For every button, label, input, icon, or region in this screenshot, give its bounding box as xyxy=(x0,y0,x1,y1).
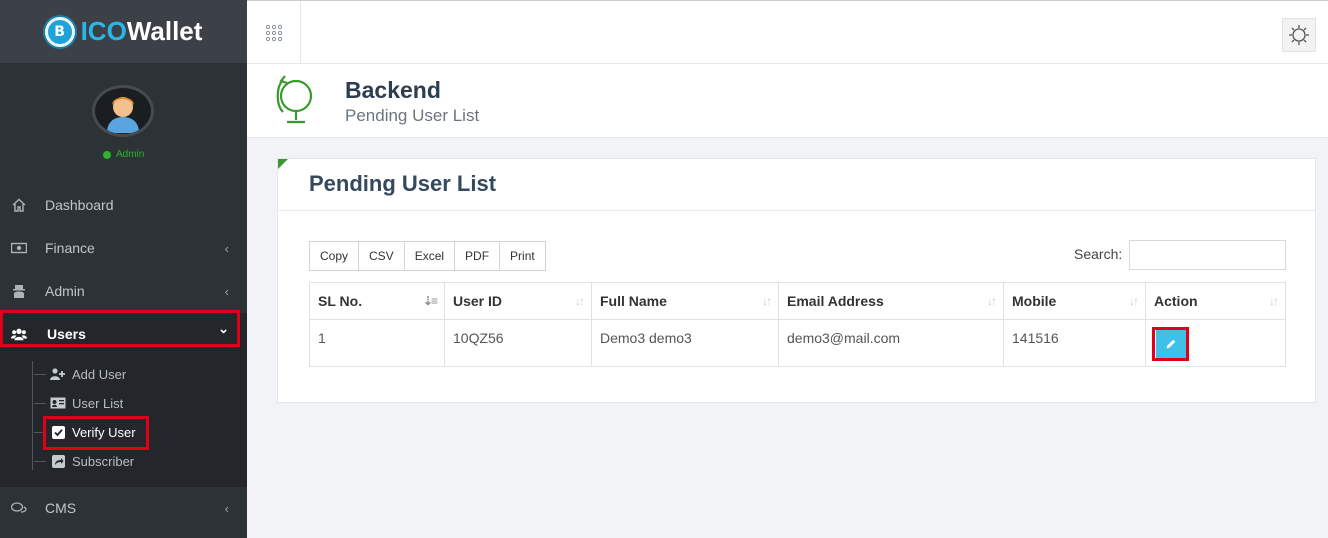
print-button[interactable]: Print xyxy=(500,241,546,271)
submenu-dash xyxy=(34,373,46,375)
cell-action xyxy=(1145,319,1286,367)
money-icon xyxy=(11,240,27,256)
sort-icon: ↓↑ xyxy=(575,294,585,308)
comments-icon xyxy=(11,500,27,516)
column-header-label: User ID xyxy=(453,293,503,309)
submenu-dash xyxy=(34,402,46,404)
user-plus-icon xyxy=(50,367,66,381)
sort-icon: ↓↑ xyxy=(1129,294,1139,308)
search-input[interactable] xyxy=(1129,240,1286,270)
excel-button[interactable]: Excel xyxy=(404,241,456,271)
pending-users-table: SL No. ⇣≡ User ID ↓↑ Full Name ↓↑ Email Add… xyxy=(309,282,1286,367)
brand-name: ICOWallet xyxy=(81,16,203,47)
check-square-icon xyxy=(50,425,66,439)
sort-ascending-icon: ⇣≡ xyxy=(422,294,438,308)
submenu-item-label: Subscriber xyxy=(72,453,135,469)
user-secret-icon xyxy=(11,283,27,299)
users-icon xyxy=(11,326,27,342)
sidebar-item-label: CMS xyxy=(45,500,77,516)
copy-button[interactable]: Copy xyxy=(309,241,360,271)
brand-name-ico: ICO xyxy=(80,16,127,46)
sidebar-item-label: Finance xyxy=(45,240,95,256)
pencil-icon xyxy=(1166,339,1176,349)
page-subtitle: Pending User List xyxy=(345,106,480,125)
home-icon xyxy=(11,197,27,213)
cell-sl-no: 1 xyxy=(309,319,445,367)
avatar[interactable] xyxy=(92,85,154,137)
table-row: 1 10QZ56 Demo3 demo3 demo3@mail.com 1415… xyxy=(309,319,1286,367)
chevron-left-icon: ‹ xyxy=(224,240,229,256)
top-bar xyxy=(247,0,1328,64)
submenu-item-add-user[interactable]: Add User xyxy=(34,362,126,386)
chevron-left-icon: ‹ xyxy=(224,283,229,299)
apps-grid-button[interactable] xyxy=(247,1,301,64)
brand-name-wallet: Wallet xyxy=(126,16,203,46)
submenu-tree-line xyxy=(32,361,33,470)
sidebar-item-admin[interactable]: Admin ‹ xyxy=(0,270,247,312)
settings-button[interactable] xyxy=(1282,18,1316,52)
panel-divider xyxy=(278,210,1315,211)
online-dot-icon xyxy=(103,150,111,159)
chevron-left-icon: ‹ xyxy=(224,500,229,516)
user-profile: Admin xyxy=(0,63,247,176)
page-title: Backend xyxy=(345,77,441,103)
sidebar-item-cms[interactable]: CMS ‹ xyxy=(0,487,247,529)
sidebar-item-label: Dashboard xyxy=(45,197,114,213)
panel-corner-accent xyxy=(278,159,288,169)
edit-button[interactable] xyxy=(1156,330,1186,358)
column-header-label: SL No. xyxy=(318,293,363,309)
column-header-label: Full Name xyxy=(600,293,667,309)
column-header-action[interactable]: Action ↓↑ xyxy=(1145,282,1286,320)
export-buttons: Copy CSV Excel PDF Print xyxy=(309,241,546,271)
id-card-icon xyxy=(50,396,66,410)
online-status-label: Admin xyxy=(116,149,145,160)
submenu-item-label: Add User xyxy=(72,366,127,382)
users-submenu: Add User User List Verify User Subscribe… xyxy=(0,355,247,487)
panel-title: Pending User List xyxy=(309,171,497,196)
submenu-item-verify-user[interactable]: Verify User xyxy=(34,420,136,444)
cell-mobile: 141516 xyxy=(1003,319,1146,367)
submenu-dash xyxy=(34,431,46,433)
column-header-full-name[interactable]: Full Name ↓↑ xyxy=(591,282,779,320)
pdf-button[interactable]: PDF xyxy=(455,241,501,271)
column-header-mobile[interactable]: Mobile ↓↑ xyxy=(1003,282,1146,320)
sort-icon: ↓↑ xyxy=(987,294,997,308)
sidebar-item-users[interactable]: Users ⌄ xyxy=(0,313,247,355)
column-header-email[interactable]: Email Address ↓↑ xyxy=(778,282,1004,320)
submenu-item-user-list[interactable]: User List xyxy=(34,391,123,415)
globe-icon xyxy=(276,75,313,124)
share-square-icon xyxy=(50,454,66,468)
apps-grid-icon xyxy=(265,24,282,41)
cell-user-id: 10QZ56 xyxy=(444,319,592,367)
submenu-item-subscriber[interactable]: Subscriber xyxy=(34,449,134,473)
sidebar-item-finance[interactable]: Finance ‹ xyxy=(0,227,247,269)
brand-logo[interactable]: B ICOWallet xyxy=(0,0,247,63)
bitcoin-coin-icon: B xyxy=(44,16,75,47)
table-header-row: SL No. ⇣≡ User ID ↓↑ Full Name ↓↑ Email Add… xyxy=(309,282,1286,320)
sort-icon: ↓↑ xyxy=(1269,294,1279,308)
column-header-label: Mobile xyxy=(1012,293,1057,309)
column-header-user-id[interactable]: User ID ↓↑ xyxy=(444,282,592,320)
search-label: Search: xyxy=(1074,246,1123,262)
column-header-sl-no[interactable]: SL No. ⇣≡ xyxy=(309,282,445,320)
sidebar-item-label: Users xyxy=(47,326,86,342)
online-status: Admin xyxy=(103,149,144,160)
sidebar-item-label: Admin xyxy=(45,283,85,299)
submenu-item-label: Verify User xyxy=(72,424,136,440)
sidebar-item-dashboard[interactable]: Dashboard xyxy=(0,184,247,226)
cell-full-name: Demo3 demo3 xyxy=(591,319,779,367)
gear-icon xyxy=(1289,25,1309,45)
chevron-down-icon: ⌄ xyxy=(218,321,229,336)
submenu-item-label: User List xyxy=(72,395,124,411)
pending-user-panel: Pending User List Copy CSV Excel PDF Pri… xyxy=(277,158,1316,403)
column-header-label: Email Address xyxy=(787,293,884,309)
column-header-label: Action xyxy=(1154,293,1198,309)
sort-icon: ↓↑ xyxy=(762,294,772,308)
page-header: Backend Pending User List xyxy=(247,64,1328,138)
csv-button[interactable]: CSV xyxy=(359,241,405,271)
cell-email: demo3@mail.com xyxy=(778,319,1004,367)
submenu-dash xyxy=(34,460,46,462)
